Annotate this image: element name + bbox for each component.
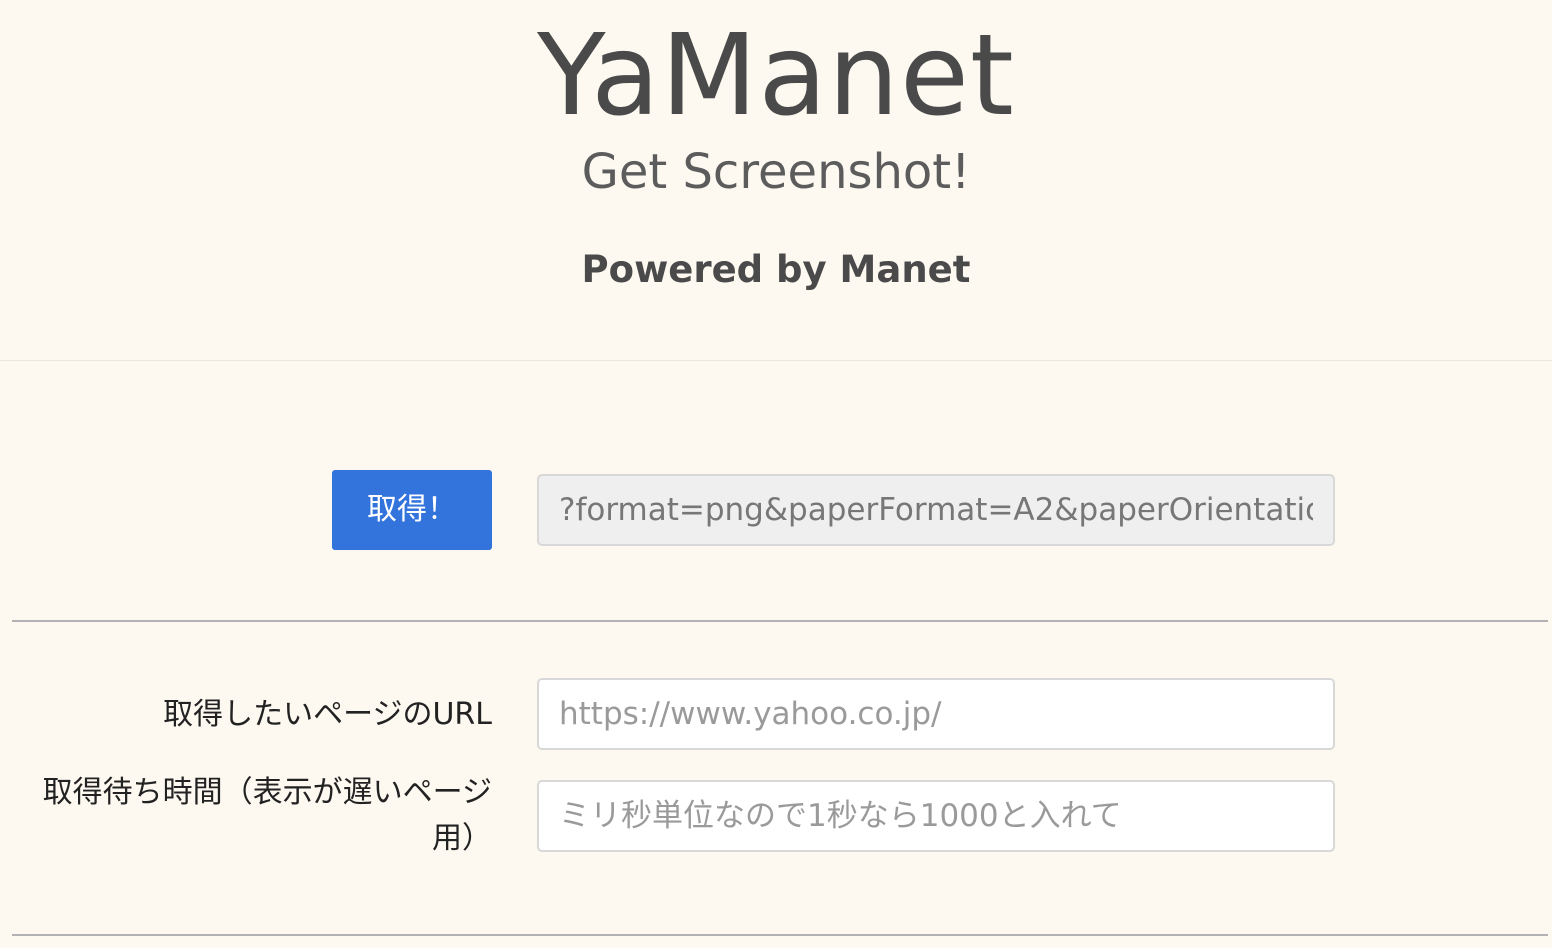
wait-time-field-label: 取得待ち時間（表示が遅いページ用） xyxy=(42,775,492,856)
app-title: YaManet xyxy=(537,11,1015,141)
bottom-divider xyxy=(12,934,1548,936)
query-string-field[interactable] xyxy=(537,474,1335,546)
url-input[interactable] xyxy=(537,678,1335,750)
wait-time-input[interactable] xyxy=(537,780,1335,852)
url-field-label: 取得したいページのURL xyxy=(163,697,492,732)
powered-by-text: Powered by Manet xyxy=(581,248,971,291)
section-divider xyxy=(12,620,1548,622)
hero-header: YaManet Get Screenshot! Powered by Manet xyxy=(0,0,1552,361)
app-subtitle: Get Screenshot! xyxy=(581,144,971,200)
get-screenshot-button[interactable]: 取得！ xyxy=(332,470,492,550)
